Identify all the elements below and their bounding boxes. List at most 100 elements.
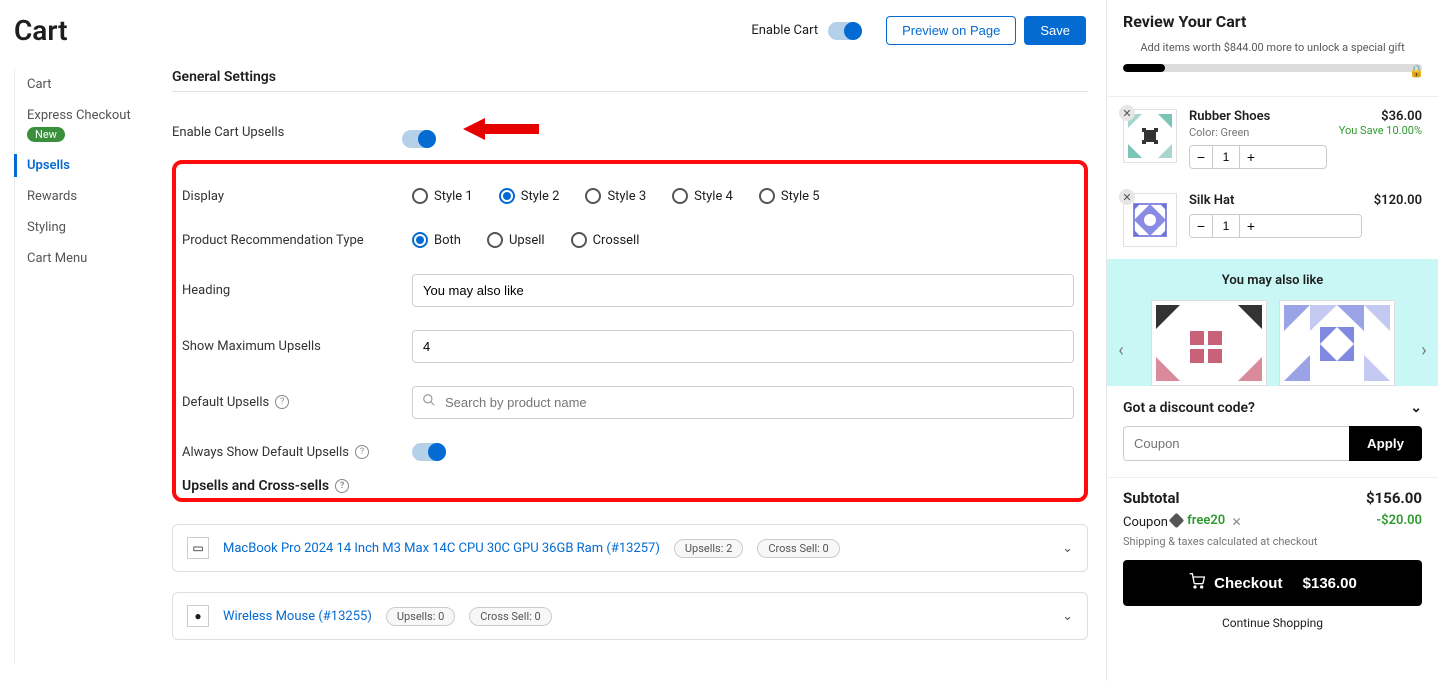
- sidebar-item-upsells[interactable]: Upsells: [15, 150, 164, 181]
- cart-icon: [1188, 573, 1206, 593]
- qty-input[interactable]: [1212, 215, 1240, 237]
- cart-item-save: You Save 10.00%: [1339, 124, 1422, 137]
- display-style-5-radio[interactable]: Style 5: [759, 188, 820, 204]
- subtotal-label: Subtotal: [1123, 489, 1180, 507]
- sidebar-item-label: Styling: [27, 220, 66, 235]
- quantity-stepper[interactable]: − +: [1189, 214, 1362, 238]
- qty-decrease-button[interactable]: −: [1190, 146, 1212, 168]
- coupon-input[interactable]: [1123, 426, 1349, 461]
- sidebar-item-styling[interactable]: Styling: [15, 212, 164, 243]
- sidebar-item-label: Upsells: [27, 158, 70, 173]
- enable-cart-label: Enable Cart: [751, 23, 818, 38]
- sidebar-item-cart[interactable]: Cart: [15, 69, 164, 100]
- quantity-stepper[interactable]: − +: [1189, 145, 1327, 169]
- display-radio-group: Style 1 Style 2 Style 3 Style 4 Style 5: [412, 188, 1074, 204]
- remove-coupon-button[interactable]: ✕: [1231, 515, 1241, 529]
- radio-label: Upsell: [509, 233, 545, 248]
- qty-decrease-button[interactable]: −: [1190, 215, 1212, 237]
- enable-cart-upsells-label: Enable Cart Upsells: [172, 125, 402, 140]
- preview-on-page-button[interactable]: Preview on Page: [886, 16, 1016, 45]
- radio-label: Style 2: [521, 189, 560, 204]
- subtotal-value: $156.00: [1366, 489, 1422, 507]
- rec-type-crossell-radio[interactable]: Crossell: [571, 232, 640, 248]
- upsell-prev-button[interactable]: ‹: [1111, 335, 1131, 365]
- radio-label: Style 3: [607, 189, 646, 204]
- coupon-discount-value: -$20.00: [1376, 513, 1422, 530]
- upsell-next-button[interactable]: ›: [1414, 335, 1434, 365]
- default-upsells-label: Default Upsells?: [182, 395, 412, 410]
- cart-item-name: Silk Hat: [1189, 193, 1362, 208]
- chevron-down-icon: ⌄: [1410, 400, 1422, 416]
- help-icon[interactable]: ?: [335, 479, 349, 493]
- apply-coupon-button[interactable]: Apply: [1349, 426, 1422, 461]
- sidebar-item-label: Cart Menu: [27, 251, 87, 266]
- radio-label: Style 5: [781, 189, 820, 204]
- display-style-4-radio[interactable]: Style 4: [672, 188, 733, 204]
- cart-panel-title: Review Your Cart: [1107, 0, 1438, 39]
- new-badge: New: [27, 127, 65, 142]
- rec-type-both-radio[interactable]: Both: [412, 232, 461, 248]
- product-thumb-icon: ▭: [187, 537, 209, 559]
- product-link[interactable]: MacBook Pro 2024 14 Inch M3 Max 14C CPU …: [223, 541, 660, 556]
- crosssell-count-pill: Cross Sell: 0: [469, 607, 551, 626]
- upsell-band: You may also like ‹ ›: [1107, 259, 1438, 386]
- rec-type-radio-group: Both Upsell Crossell: [412, 232, 1074, 248]
- upsell-band-title: You may also like: [1107, 273, 1438, 288]
- upsell-card[interactable]: [1151, 300, 1267, 386]
- cart-preview-panel: Review Your Cart Add items worth $844.00…: [1106, 0, 1438, 681]
- always-show-toggle[interactable]: [412, 443, 446, 461]
- save-button[interactable]: Save: [1024, 16, 1086, 45]
- display-label: Display: [182, 189, 412, 204]
- cart-item-name: Rubber Shoes: [1189, 109, 1327, 124]
- sidebar-item-label: Express Checkout: [27, 108, 131, 123]
- remove-item-button[interactable]: ✕: [1119, 105, 1135, 121]
- radio-label: Crossell: [593, 233, 640, 248]
- qty-input[interactable]: [1212, 146, 1240, 168]
- checkout-button[interactable]: Checkout $136.00: [1123, 560, 1422, 606]
- promo-message: Add items worth $844.00 more to unlock a…: [1107, 39, 1438, 60]
- crosssell-count-pill: Cross Sell: 0: [757, 539, 839, 558]
- sidebar-item-rewards[interactable]: Rewards: [15, 181, 164, 212]
- heading-input[interactable]: [412, 274, 1074, 307]
- cart-item: ✕ Rubber Shoes Color: Green − + $36.00 Y…: [1107, 97, 1438, 181]
- checkout-label: Checkout: [1214, 575, 1282, 592]
- product-link[interactable]: Wireless Mouse (#13255): [223, 609, 372, 624]
- radio-label: Style 4: [694, 189, 733, 204]
- product-config-row[interactable]: ▭ MacBook Pro 2024 14 Inch M3 Max 14C CP…: [172, 524, 1088, 572]
- sidebar-item-express-checkout[interactable]: Express Checkout New: [15, 100, 164, 150]
- general-settings-heading: General Settings: [172, 69, 1088, 92]
- cart-item: ✕ Silk Hat − + $120.00: [1107, 181, 1438, 259]
- qty-increase-button[interactable]: +: [1240, 146, 1262, 168]
- chevron-down-icon[interactable]: ⌄: [1062, 541, 1073, 556]
- radio-label: Style 1: [434, 189, 473, 204]
- discount-code-toggle[interactable]: Got a discount code? ⌄: [1107, 386, 1438, 426]
- radio-label: Both: [434, 233, 461, 248]
- upsell-card[interactable]: [1279, 300, 1395, 386]
- lock-icon: 🔒: [1409, 64, 1424, 78]
- search-icon: [422, 393, 436, 411]
- shipping-note: Shipping & taxes calculated at checkout: [1123, 535, 1422, 548]
- remove-item-button[interactable]: ✕: [1119, 189, 1135, 205]
- default-upsells-search-input[interactable]: [412, 386, 1074, 419]
- product-thumb-icon: ●: [187, 605, 209, 627]
- display-style-1-radio[interactable]: Style 1: [412, 188, 473, 204]
- cart-item-price: $36.00: [1339, 109, 1422, 124]
- rec-type-upsell-radio[interactable]: Upsell: [487, 232, 545, 248]
- enable-cart-upsells-toggle[interactable]: [402, 130, 436, 148]
- promo-progress-bar: [1123, 64, 1422, 72]
- sidebar-item-label: Rewards: [27, 189, 77, 204]
- sidebar-item-cart-menu[interactable]: Cart Menu: [15, 243, 164, 274]
- chevron-down-icon[interactable]: ⌄: [1062, 609, 1073, 624]
- upsells-count-pill: Upsells: 2: [674, 539, 743, 558]
- help-icon[interactable]: ?: [275, 395, 289, 409]
- display-style-2-radio[interactable]: Style 2: [499, 188, 560, 204]
- continue-shopping-link[interactable]: Continue Shopping: [1123, 606, 1422, 636]
- settings-sidebar: Cart Express Checkout New Upsells Reward…: [14, 69, 164, 664]
- product-config-row[interactable]: ● Wireless Mouse (#13255) Upsells: 0 Cro…: [172, 592, 1088, 640]
- max-upsells-input[interactable]: [412, 330, 1074, 363]
- annotation-highlight-box: Display Style 1 Style 2 Style 3 Style 4 …: [172, 160, 1088, 502]
- display-style-3-radio[interactable]: Style 3: [585, 188, 646, 204]
- help-icon[interactable]: ?: [355, 445, 369, 459]
- qty-increase-button[interactable]: +: [1240, 215, 1262, 237]
- enable-cart-toggle[interactable]: [828, 22, 862, 40]
